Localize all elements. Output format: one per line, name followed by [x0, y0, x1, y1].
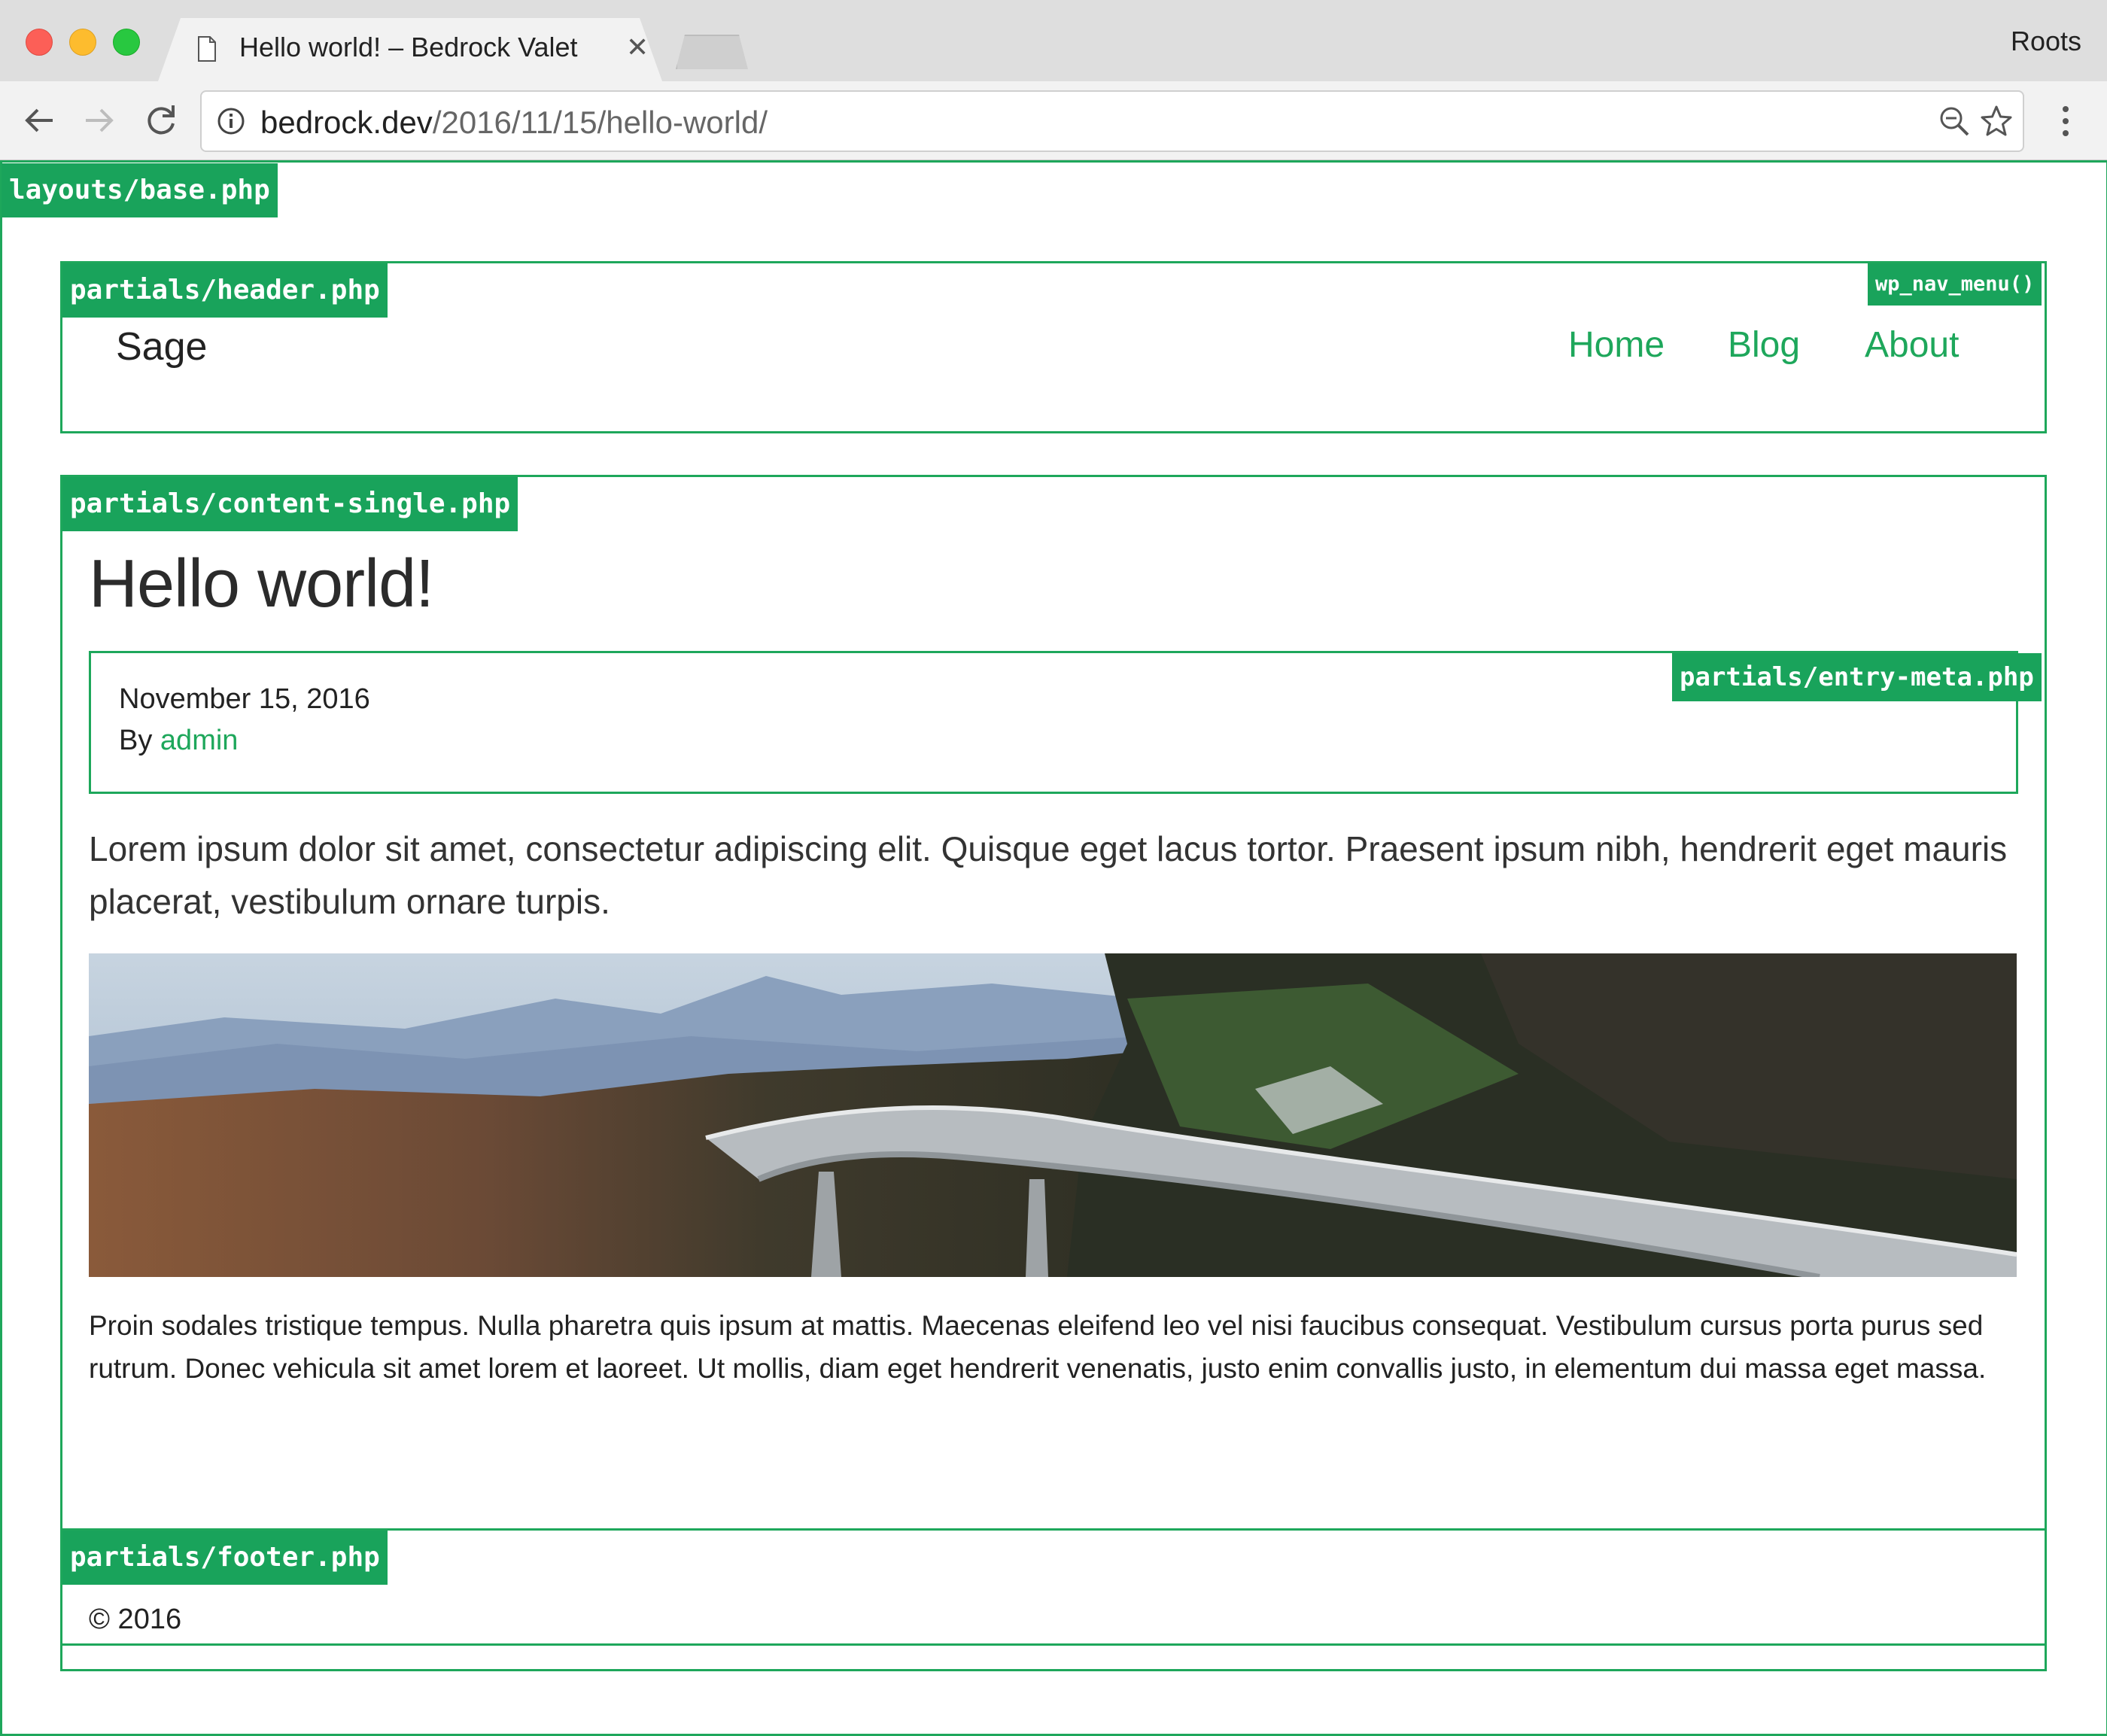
nav-menu-tag: wp_nav_menu(): [1868, 263, 2042, 306]
featured-image: [89, 953, 2017, 1277]
content-template-tag: partials/content-single.php: [62, 477, 518, 531]
site-brand[interactable]: Sage: [116, 324, 207, 369]
browser-window: Hello world! – Bedrock Valet ✕ Roots bed…: [0, 0, 2107, 1736]
address-bar[interactable]: bedrock.dev/2016/11/15/hello-world/: [200, 90, 2024, 152]
post-author-line: By admin: [119, 725, 238, 757]
post-title: Hello world!: [89, 546, 434, 622]
bookmark-star-icon[interactable]: [1979, 104, 2014, 138]
minimize-window-button[interactable]: [69, 29, 96, 56]
page-viewport: layouts/base.php partials/header.php wp_…: [0, 160, 2107, 1736]
tab-strip: Hello world! – Bedrock Valet ✕ Roots: [0, 0, 2107, 81]
url-text[interactable]: bedrock.dev/2016/11/15/hello-world/: [260, 105, 768, 141]
close-window-button[interactable]: [26, 29, 53, 56]
nav-link-home[interactable]: Home: [1568, 324, 1665, 366]
post-lead-paragraph: Lorem ipsum dolor sit amet, consectetur …: [89, 829, 2008, 921]
info-icon[interactable]: [217, 107, 245, 135]
close-tab-icon[interactable]: ✕: [626, 32, 649, 63]
url-path: /2016/11/15/hello-world/: [432, 105, 768, 140]
header-template-tag: partials/header.php: [62, 263, 388, 318]
footer-template-tag: partials/footer.php: [62, 1531, 388, 1585]
menu-dots-icon[interactable]: [2054, 102, 2077, 140]
zoom-window-button[interactable]: [113, 29, 140, 56]
forward-arrow-icon[interactable]: [77, 98, 122, 143]
entry-meta-template-tag: partials/entry-meta.php: [1672, 653, 2042, 701]
reload-icon[interactable]: [138, 98, 184, 143]
mountain-road-image: [89, 953, 2017, 1277]
back-arrow-icon[interactable]: [17, 98, 62, 143]
zoom-icon[interactable]: [1938, 105, 1970, 137]
footer-copyright: © 2016: [89, 1604, 182, 1635]
new-tab-button[interactable]: [676, 35, 748, 69]
post-body-paragraph: Proin sodales tristique tempus. Nulla ph…: [89, 1310, 1987, 1384]
nav-link-blog[interactable]: Blog: [1728, 324, 1800, 366]
post-date: November 15, 2016: [119, 683, 370, 715]
author-link[interactable]: admin: [160, 725, 239, 756]
profile-name[interactable]: Roots: [2011, 26, 2081, 57]
page-icon: [198, 36, 216, 62]
browser-tab-active[interactable]: Hello world! – Bedrock Valet ✕: [158, 18, 662, 81]
url-host: bedrock.dev: [260, 105, 433, 140]
tab-title: Hello world! – Bedrock Valet: [239, 32, 578, 62]
nav-link-about[interactable]: About: [1865, 324, 1959, 366]
base-template-tag: layouts/base.php: [2, 163, 278, 217]
browser-toolbar: bedrock.dev/2016/11/15/hello-world/: [0, 81, 2107, 160]
author-prefix: By: [119, 725, 153, 756]
